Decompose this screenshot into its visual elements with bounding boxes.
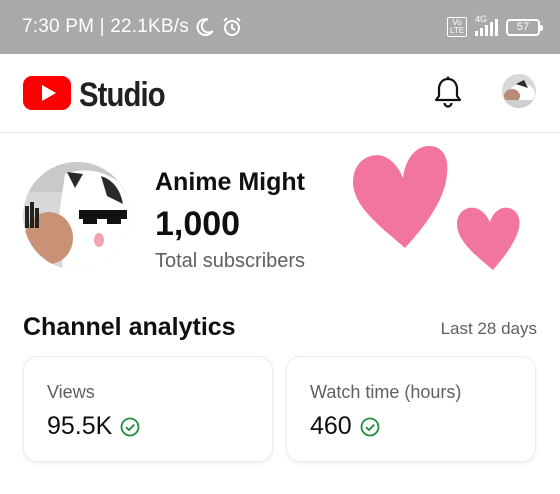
channel-avatar[interactable] — [23, 162, 131, 270]
network-type: 4G — [475, 14, 488, 24]
status-right: Vo LTE 4G 57 — [447, 14, 543, 37]
views-value-row: 95.5K — [47, 412, 140, 441]
watch-time-label: Watch time (hours) — [310, 382, 462, 402]
check-circle-icon — [120, 417, 140, 437]
studio-logo[interactable]: Studio — [23, 76, 179, 115]
analytics-title: Channel analytics — [23, 313, 236, 341]
alarm-icon — [221, 16, 243, 38]
views-label: Views — [47, 382, 95, 402]
moon-icon — [195, 17, 215, 37]
check-circle-icon — [360, 417, 380, 437]
status-time-speed: 7:30 PM | 22.1KB/s — [22, 16, 189, 37]
large-heart-icon — [353, 146, 448, 248]
app-name: Studio — [79, 76, 166, 114]
watch-time-card[interactable]: Watch time (hours) 460 — [286, 356, 536, 462]
account-avatar[interactable] — [502, 74, 536, 108]
app-header: Studio — [0, 54, 560, 133]
notification-bell-icon[interactable] — [433, 75, 463, 114]
watch-time-value: 460 — [310, 412, 352, 440]
channel-name: Anime Might — [155, 168, 305, 196]
volte-badge: Vo LTE — [447, 17, 467, 37]
status-bar: 7:30 PM | 22.1KB/s Vo LTE 4G 57 — [0, 0, 560, 54]
subscriber-count: 1,000 — [155, 205, 241, 243]
status-left: 7:30 PM | 22.1KB/s — [22, 16, 243, 38]
views-card[interactable]: Views 95.5K — [23, 356, 273, 462]
battery-level: 57 — [516, 21, 530, 33]
youtube-logo-icon — [23, 76, 71, 115]
battery-icon: 57 — [506, 18, 543, 36]
views-value: 95.5K — [47, 412, 113, 440]
subscriber-label: Total subscribers — [155, 250, 306, 272]
analytics-range[interactable]: Last 28 days — [441, 319, 537, 339]
heart-stickers — [345, 138, 545, 283]
watch-time-value-row: 460 — [310, 412, 380, 441]
small-heart-icon — [457, 207, 520, 270]
signal-icon: 4G — [475, 14, 498, 36]
